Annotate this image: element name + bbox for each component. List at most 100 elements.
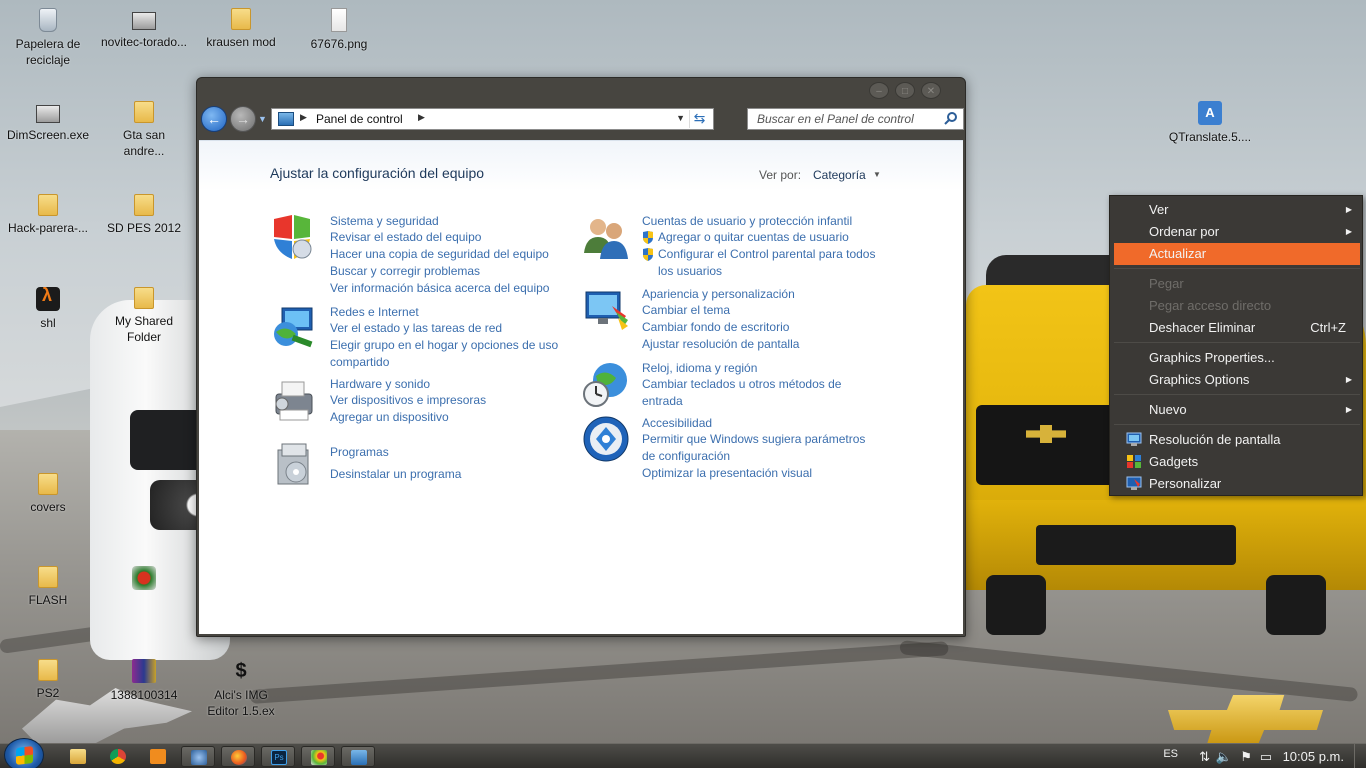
control-panel-content: Ajustar la configuración del equipo Ver … — [199, 140, 963, 634]
menu-item-actualizar[interactable]: Actualizar — [1114, 243, 1360, 265]
display-icon[interactable]: ▭ — [1260, 749, 1272, 765]
menu-item-deshacer-eliminar[interactable]: Deshacer Eliminar Ctrl+Z — [1114, 317, 1360, 339]
category-link[interactable]: Configurar el Control parental para todo… — [642, 246, 892, 280]
category-link[interactable]: Elegir grupo en el hogar y opciones de u… — [330, 337, 575, 371]
network-icon[interactable]: ⇅ — [1199, 749, 1210, 765]
desktop-icon-krausen-mod[interactable]: krausen mod — [193, 8, 289, 50]
category-link[interactable]: Buscar y corregir problemas — [330, 263, 580, 280]
category-link[interactable]: Cambiar teclados u otros métodos de entr… — [642, 376, 872, 410]
maximize-button[interactable]: □ — [895, 82, 915, 99]
category-link[interactable]: Desinstalar un programa — [330, 466, 580, 483]
category-link[interactable]: Ver el estado y las tareas de red — [330, 320, 580, 337]
category-heading[interactable]: Reloj, idioma y región — [642, 360, 892, 376]
view-by-dropdown[interactable]: Categoría — [813, 168, 866, 182]
taskbar-media-player[interactable] — [141, 746, 175, 767]
menu-item-label: Graphics Options — [1149, 372, 1250, 387]
category-heading[interactable]: Accesibilidad — [642, 415, 892, 431]
language-indicator[interactable]: ES — [1163, 748, 1178, 760]
file-explorer-icon — [70, 749, 86, 764]
action-center-icon[interactable]: ⚑ — [1240, 749, 1252, 765]
category-heading[interactable]: Cuentas de usuario y protección infantil — [642, 213, 892, 229]
category-link[interactable]: Permitir que Windows sugiera parámetros … — [642, 431, 882, 465]
breadcrumb-arrow-icon[interactable]: ▶ — [300, 112, 307, 123]
address-dropdown-icon[interactable]: ▼ — [676, 113, 685, 123]
forward-button[interactable]: → — [230, 106, 256, 132]
desktop-icon-alci-img-editor[interactable]: $ Alci's IMG Editor 1.5.ex — [193, 659, 289, 719]
close-button[interactable]: ✕ — [921, 82, 941, 99]
image-file-icon — [331, 8, 347, 32]
desktop-icon-ps2[interactable]: PS2 — [0, 659, 96, 701]
search-input[interactable] — [748, 109, 938, 129]
desktop-icon-dimscreen[interactable]: DimScreen.exe — [0, 101, 96, 143]
desktop-icon-covers[interactable]: covers — [0, 473, 96, 515]
desktop-icon-game-shortcut[interactable] — [96, 566, 192, 594]
taskbar-firefox[interactable] — [221, 746, 255, 767]
desktop-icon-gta-san-andreas[interactable]: Gta san andre... — [96, 101, 192, 159]
taskbar-file-explorer[interactable] — [61, 746, 95, 767]
menu-item-graphics-properties[interactable]: Graphics Properties... — [1114, 347, 1360, 369]
minimize-button[interactable]: – — [869, 82, 889, 99]
menu-item-graphics-options[interactable]: Graphics Options ▶ — [1114, 369, 1360, 391]
taskbar-control-panel[interactable] — [341, 746, 375, 767]
refresh-icon[interactable]: ⇆ — [689, 110, 709, 128]
desktop-icon-novitec[interactable]: novitec-torado... — [96, 8, 192, 50]
search-box[interactable] — [747, 108, 964, 130]
category-link-text[interactable]: Agregar o quitar cuentas de usuario — [658, 230, 849, 244]
folder-icon — [134, 194, 154, 216]
folder-icon — [38, 473, 58, 495]
recent-pages-dropdown-icon[interactable]: ▼ — [258, 114, 267, 124]
desktop-icon-my-shared-folder[interactable]: My Shared Folder — [96, 287, 192, 345]
desktop-icon-67676-png[interactable]: 67676.png — [291, 8, 387, 52]
control-panel-icon — [351, 750, 367, 765]
volume-icon[interactable]: 🔈 — [1216, 749, 1232, 765]
category-link[interactable]: Ver información básica acerca del equipo — [330, 280, 580, 297]
taskbar-photoshop[interactable]: Ps — [261, 746, 295, 767]
desktop-icon-sd-pes-2012[interactable]: SD PES 2012 — [96, 194, 192, 236]
category-link[interactable]: Optimizar la presentación visual — [642, 465, 892, 482]
menu-item-ordenar-por[interactable]: Ordenar por ▶ — [1114, 221, 1360, 243]
category-link[interactable]: Hacer una copia de seguridad del equipo — [330, 246, 580, 263]
breadcrumb-control-panel[interactable]: Panel de control — [316, 112, 403, 126]
show-desktop-button[interactable] — [1354, 744, 1366, 768]
category-link-text[interactable]: Configurar el Control parental para todo… — [658, 246, 892, 280]
category-heading[interactable]: Hardware y sonido — [330, 376, 580, 392]
category-link[interactable]: Cambiar fondo de escritorio — [642, 319, 892, 336]
menu-item-gadgets[interactable]: Gadgets — [1114, 451, 1360, 473]
menu-item-ver[interactable]: Ver ▶ — [1114, 199, 1360, 221]
search-icon[interactable] — [944, 111, 958, 125]
uac-shield-icon — [643, 231, 653, 244]
desktop-icon-1388100314[interactable]: 1388100314 — [96, 659, 192, 703]
desktop-icon-shl[interactable]: shl — [0, 287, 96, 331]
category-heading[interactable]: Redes e Internet — [330, 304, 580, 320]
desktop-icon-recycle-bin[interactable]: Papelera de reciclaje — [0, 8, 96, 68]
taskbar-settings-tool[interactable] — [181, 746, 215, 767]
category-link[interactable]: Ver dispositivos e impresoras — [330, 392, 580, 409]
uac-shield-icon — [643, 248, 653, 261]
menu-item-label: Ordenar por — [1149, 224, 1220, 239]
category-link[interactable]: Ajustar resolución de pantalla — [642, 336, 892, 353]
menu-item-personalizar[interactable]: Personalizar — [1114, 473, 1360, 495]
desktop-icon-hack-parera[interactable]: Hack-parera-... — [0, 194, 96, 236]
chevron-down-icon[interactable]: ▼ — [873, 170, 881, 179]
folder-icon — [38, 659, 58, 681]
address-bar[interactable]: ▶ Panel de control ▶ ▼ ⇆ — [271, 108, 714, 130]
category-heading[interactable]: Apariencia y personalización — [642, 286, 892, 302]
back-button[interactable]: ← — [201, 106, 227, 132]
clock[interactable]: 10:05 p.m. — [1283, 749, 1344, 764]
taskbar-paint[interactable] — [301, 746, 335, 767]
category-link[interactable]: Revisar el estado del equipo — [330, 229, 580, 246]
menu-item-resolucion-de-pantalla[interactable]: Resolución de pantalla — [1114, 429, 1360, 451]
category-link[interactable]: Agregar o quitar cuentas de usuario — [642, 229, 892, 246]
category-link[interactable]: Cambiar el tema — [642, 302, 892, 319]
media-player-icon — [150, 749, 166, 764]
category-link[interactable]: Agregar un dispositivo — [330, 409, 580, 426]
breadcrumb-arrow-icon[interactable]: ▶ — [418, 112, 425, 123]
desktop-icon-flash[interactable]: FLASH — [0, 566, 96, 608]
category-heading[interactable]: Sistema y seguridad — [330, 213, 580, 229]
settings-tool-icon — [191, 750, 207, 765]
desktop-icon-qtranslate[interactable]: A QTranslate.5.... — [1162, 101, 1258, 145]
category-heading[interactable]: Programas — [330, 444, 580, 460]
taskbar-chrome[interactable] — [101, 746, 135, 767]
start-button[interactable] — [4, 738, 44, 768]
menu-item-nuevo[interactable]: Nuevo ▶ — [1114, 399, 1360, 421]
